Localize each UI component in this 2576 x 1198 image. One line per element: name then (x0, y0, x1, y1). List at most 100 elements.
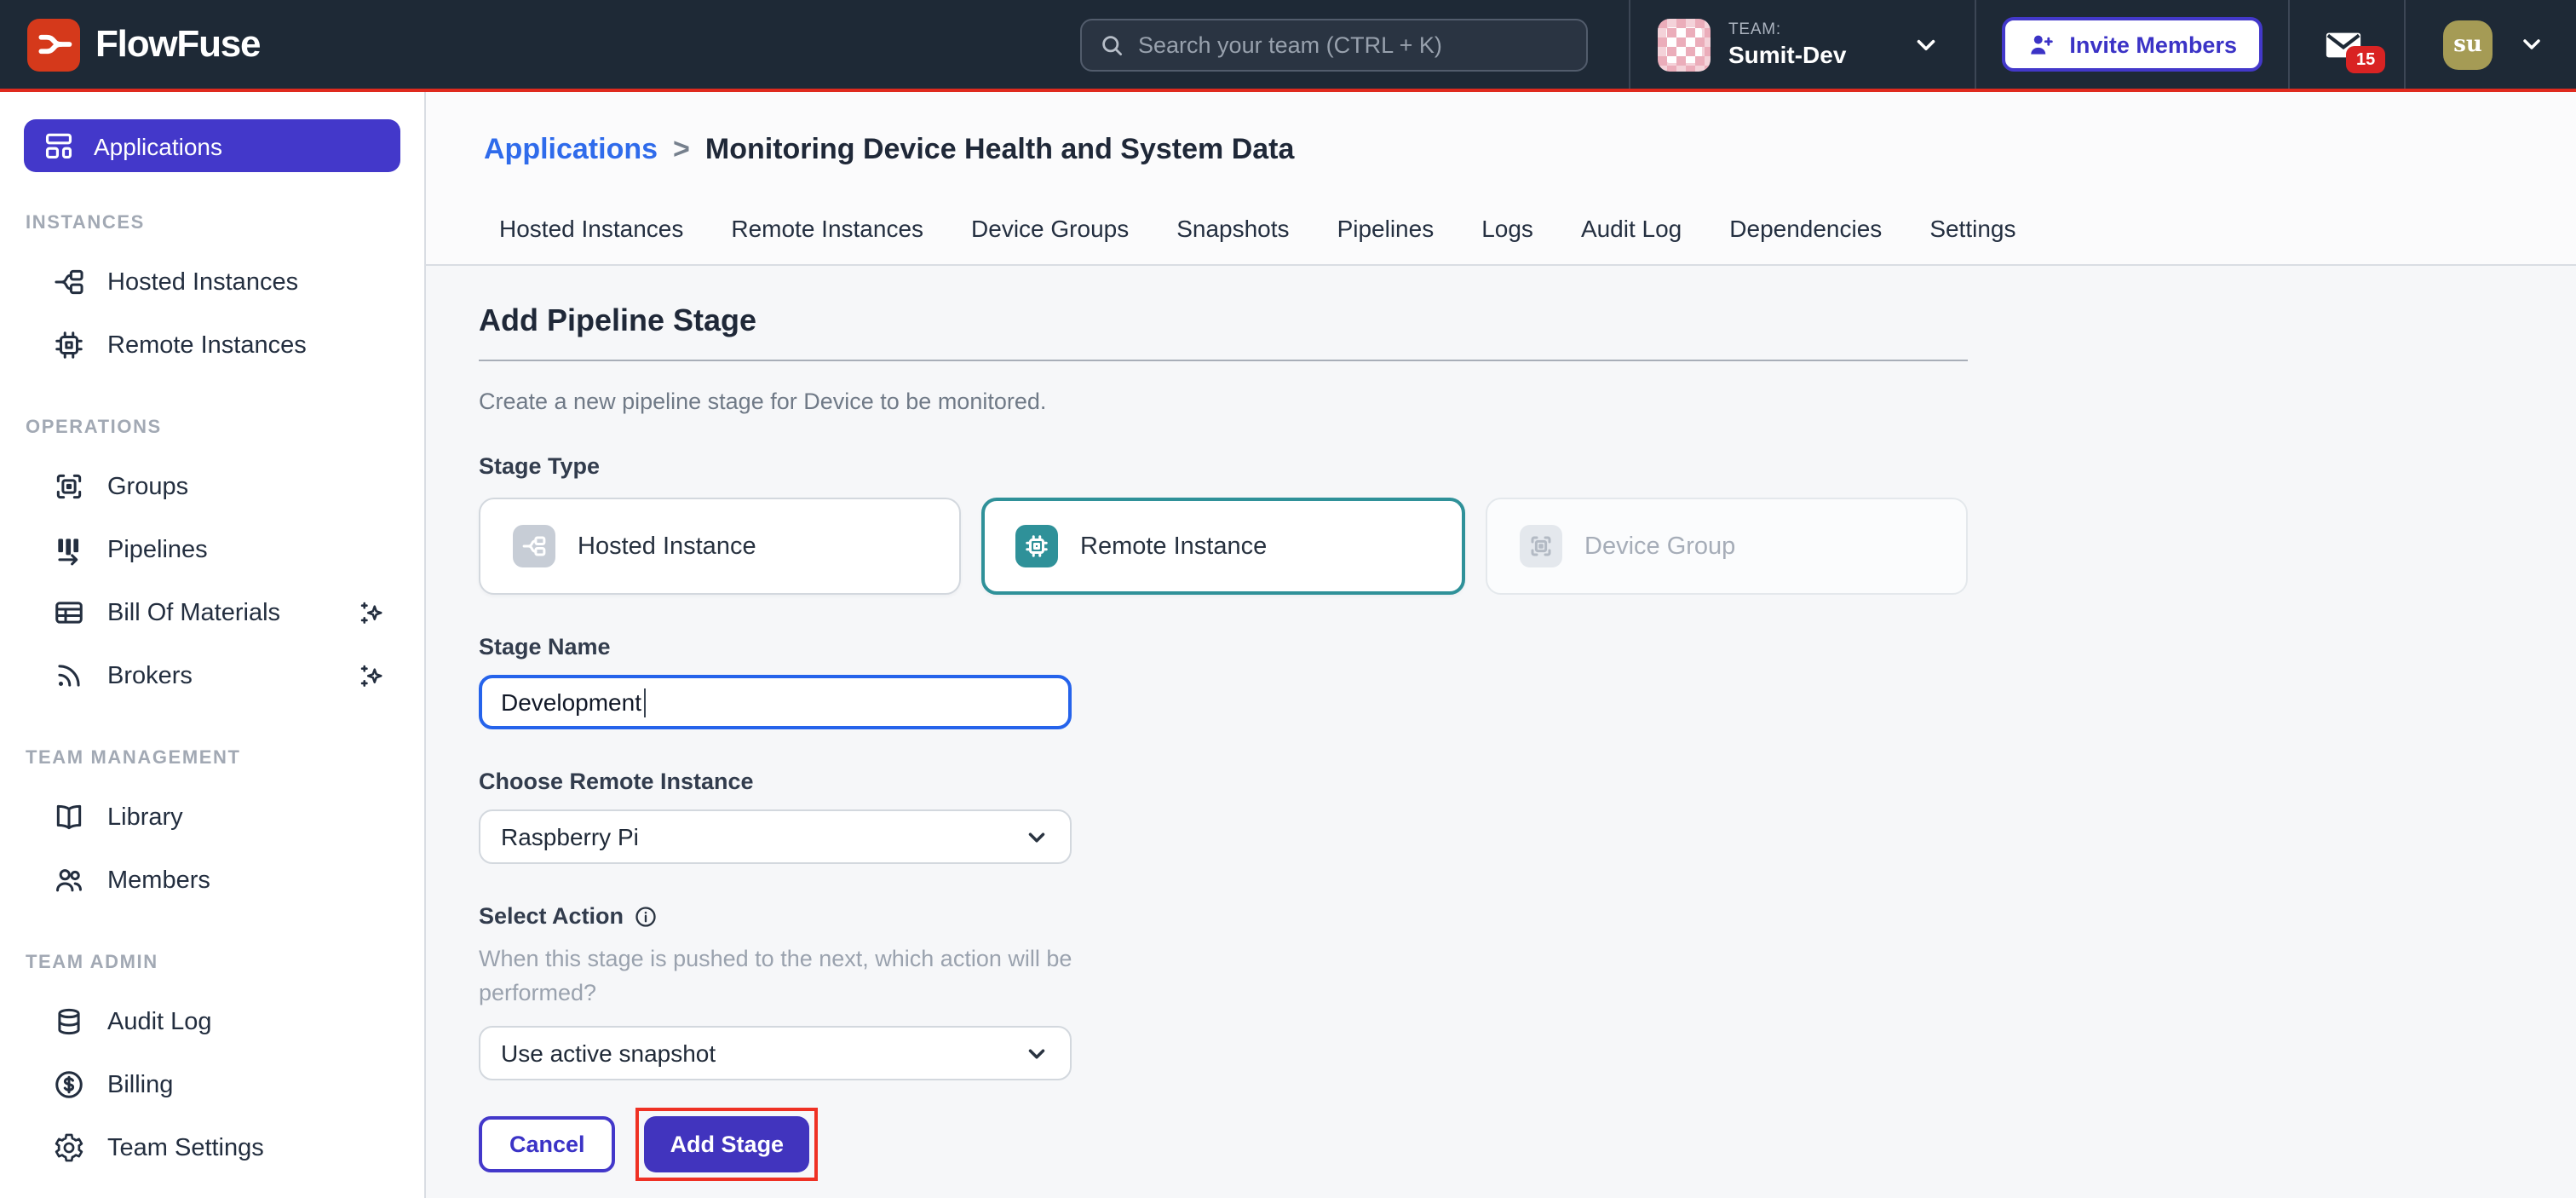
sidebar-item-label: Remote Instances (107, 331, 307, 359)
tab-device-groups[interactable]: Device Groups (971, 215, 1129, 242)
notifications-button[interactable]: 15 (2290, 0, 2404, 89)
tab-remote-instances[interactable]: Remote Instances (731, 215, 923, 242)
search-icon (1099, 32, 1124, 58)
sidebar-item-billing[interactable]: Billing (0, 1053, 424, 1116)
tab-hosted-instances[interactable]: Hosted Instances (499, 215, 683, 242)
person-plus-icon (2027, 30, 2056, 59)
members-icon (53, 864, 85, 896)
sidebar-section-team-management: TEAM MANAGEMENT (26, 748, 424, 769)
sidebar-section-instances: INSTANCES (26, 213, 424, 233)
sidebar-item-team-settings[interactable]: Team Settings (0, 1116, 424, 1179)
tab-settings[interactable]: Settings (1929, 215, 2015, 242)
applications-icon (43, 130, 75, 162)
breadcrumb: Applications > Monitoring Device Health … (484, 133, 2576, 167)
sidebar-item-hosted-instances[interactable]: Hosted Instances (0, 251, 424, 314)
chevron-down-icon (1024, 824, 1049, 850)
info-icon[interactable] (634, 904, 658, 928)
user-menu[interactable]: su (2406, 0, 2576, 89)
stage-name-value: Development (501, 688, 641, 716)
sidebar-item-label: Brokers (107, 662, 193, 689)
sidebar-item-pipelines[interactable]: Pipelines (0, 518, 424, 581)
remote-instance-select[interactable]: Raspberry Pi (479, 809, 1072, 864)
flowfuse-logo[interactable]: FlowFuse (27, 18, 260, 71)
stage-type-device-group: Device Group (1486, 498, 1968, 595)
tab-logs[interactable]: Logs (1481, 215, 1533, 242)
sidebar-item-audit-log[interactable]: Audit Log (0, 990, 424, 1053)
team-avatar (1659, 18, 1711, 71)
sidebar-item-label: Groups (107, 473, 188, 500)
bill-of-materials-icon (53, 596, 85, 629)
stage-type-options: Hosted Instance Remote Instance (479, 498, 1968, 595)
library-icon (53, 801, 85, 833)
sidebar-item-label: Audit Log (107, 1008, 212, 1035)
tab-pipelines[interactable]: Pipelines (1337, 215, 1435, 242)
remote-instance-icon (1015, 525, 1058, 567)
sparkles-icon (356, 597, 387, 628)
select-action-label: Select Action (479, 903, 658, 929)
pipelines-icon (53, 533, 85, 566)
team-search-box[interactable] (1080, 19, 1588, 72)
search-input[interactable] (1138, 32, 1569, 58)
hosted-instances-icon (53, 266, 85, 298)
brokers-icon (53, 659, 85, 692)
form-description: Create a new pipeline stage for Device t… (479, 389, 2576, 414)
sidebar-item-remote-instances[interactable]: Remote Instances (0, 314, 424, 377)
sparkles-icon (356, 660, 387, 691)
team-switcher[interactable]: TEAM: Sumit-Dev (1631, 0, 1974, 89)
tab-snapshots[interactable]: Snapshots (1176, 215, 1289, 242)
flowfuse-logo-icon (27, 18, 80, 71)
billing-icon (53, 1068, 85, 1101)
chevron-down-icon (2518, 31, 2545, 58)
divider (479, 360, 1968, 361)
tab-audit-log[interactable]: Audit Log (1581, 215, 1682, 242)
sidebar-section-team-admin: TEAM ADMIN (26, 953, 424, 973)
page-title: Monitoring Device Health and System Data (705, 133, 1295, 167)
stage-type-option-label: Remote Instance (1080, 533, 1267, 560)
sidebar-item-groups[interactable]: Groups (0, 455, 424, 518)
cancel-button[interactable]: Cancel (479, 1116, 616, 1172)
sidebar-section-operations: OPERATIONS (26, 418, 424, 438)
chevron-down-icon (1911, 30, 1940, 59)
add-stage-button[interactable]: Add Stage (645, 1116, 810, 1172)
device-group-icon (1520, 525, 1562, 567)
invite-members-button[interactable]: Invite Members (2001, 17, 2263, 72)
sidebar-item-library[interactable]: Library (0, 786, 424, 849)
team-name: Sumit-Dev (1728, 41, 1846, 68)
tab-bar: Hosted Instances Remote Instances Device… (499, 215, 2576, 264)
breadcrumb-separator: > (673, 133, 690, 167)
stage-name-label: Stage Name (479, 634, 611, 659)
navbar: FlowFuse TEAM: Sumit-Dev (0, 0, 2576, 92)
remote-instances-icon (53, 329, 85, 361)
hosted-instance-icon (513, 525, 555, 567)
sidebar-item-applications[interactable]: Applications (24, 119, 400, 172)
stage-name-input[interactable]: Development (479, 675, 1072, 729)
form-title: Add Pipeline Stage (479, 303, 2576, 339)
stage-type-hosted-instance[interactable]: Hosted Instance (479, 498, 961, 595)
stage-type-label: Stage Type (479, 453, 600, 479)
text-cursor (643, 688, 646, 717)
groups-icon (53, 470, 85, 503)
sidebar-item-members[interactable]: Members (0, 849, 424, 912)
sidebar-item-label: Bill Of Materials (107, 599, 280, 626)
sidebar-item-label: Members (107, 867, 210, 894)
select-action-select[interactable]: Use active snapshot (479, 1026, 1072, 1080)
sidebar-item-bill-of-materials[interactable]: Bill Of Materials (0, 581, 424, 644)
stage-type-option-label: Hosted Instance (578, 533, 756, 560)
sidebar-item-brokers[interactable]: Brokers (0, 644, 424, 707)
breadcrumb-applications-link[interactable]: Applications (484, 133, 658, 167)
page-header: Applications > Monitoring Device Health … (426, 92, 2576, 266)
sidebar-item-label: Pipelines (107, 536, 208, 563)
tab-dependencies[interactable]: Dependencies (1729, 215, 1882, 242)
stage-type-option-label: Device Group (1584, 533, 1735, 560)
stage-type-remote-instance[interactable]: Remote Instance (981, 498, 1465, 595)
sidebar-item-label: Billing (107, 1071, 173, 1098)
add-pipeline-stage-form: Add Pipeline Stage Create a new pipeline… (426, 266, 2576, 1181)
audit-log-icon (53, 1005, 85, 1038)
user-avatar: su (2443, 20, 2493, 69)
page: FlowFuse TEAM: Sumit-Dev (0, 0, 2576, 1198)
select-action-label-text: Select Action (479, 903, 624, 929)
select-action-help: When this stage is pushed to the next, w… (479, 942, 1113, 1011)
team-label: TEAM: (1728, 20, 1846, 39)
chevron-down-icon (1024, 1040, 1049, 1066)
notification-badge: 15 (2346, 46, 2385, 73)
